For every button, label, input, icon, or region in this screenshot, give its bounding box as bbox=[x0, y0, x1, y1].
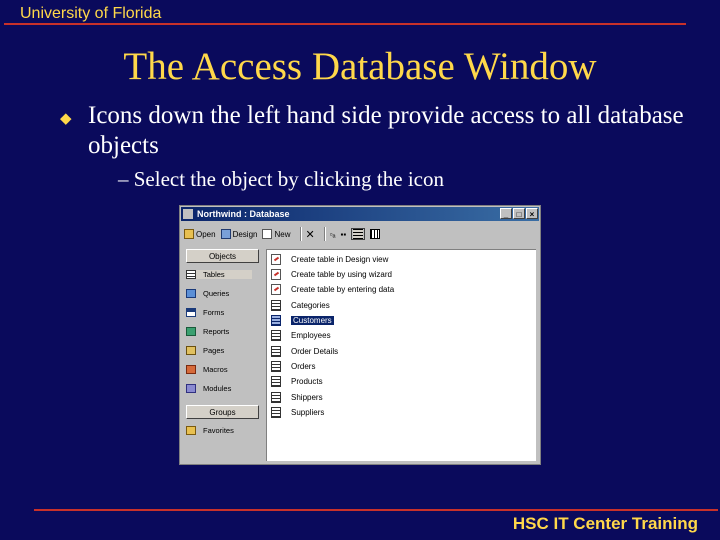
list-item-label: Create table in Design view bbox=[291, 255, 389, 264]
objects-label: Forms bbox=[203, 308, 225, 317]
database-icon bbox=[183, 209, 193, 219]
objects-item-queries[interactable]: Queries bbox=[186, 289, 229, 298]
window-titlebar[interactable]: Northwind : Database _ □ × bbox=[181, 207, 539, 221]
footer-rule bbox=[34, 509, 718, 511]
list-item[interactable]: Orders bbox=[271, 360, 315, 373]
open-label: Open bbox=[196, 229, 216, 239]
large-icons-button[interactable]: ▫ₐ bbox=[330, 230, 336, 239]
bullet-icon: ◆ bbox=[60, 109, 72, 127]
header-text: University of Florida bbox=[20, 5, 162, 22]
list-item-label: Suppliers bbox=[291, 408, 325, 417]
list-item-label: Customers bbox=[291, 316, 334, 325]
delete-button[interactable]: ✕ bbox=[306, 228, 315, 241]
objects-bar[interactable]: Objects bbox=[186, 249, 259, 263]
objects-label: Macros bbox=[203, 365, 228, 374]
query-icon bbox=[186, 289, 196, 298]
small-icons-icon: ▪▪ bbox=[340, 229, 347, 239]
open-button[interactable]: Open bbox=[184, 229, 216, 239]
objects-item-forms[interactable]: Forms bbox=[186, 308, 224, 317]
groups-label: Favorites bbox=[203, 426, 234, 435]
objects-label: Reports bbox=[203, 327, 230, 336]
wizard-icon bbox=[271, 254, 281, 265]
maximize-button[interactable]: □ bbox=[513, 208, 525, 219]
macro-icon bbox=[186, 365, 196, 374]
groups-bar[interactable]: Groups bbox=[186, 405, 259, 419]
table-icon bbox=[271, 300, 281, 311]
objects-label: Tables bbox=[203, 270, 225, 279]
database-window: Northwind : Database _ □ × Open Design N… bbox=[179, 205, 541, 465]
list-item-selected[interactable]: Customers bbox=[271, 314, 334, 327]
table-icon bbox=[271, 361, 281, 372]
list-item[interactable]: Products bbox=[271, 375, 323, 388]
list-item[interactable]: Suppliers bbox=[271, 406, 324, 419]
wizard-icon bbox=[271, 284, 281, 295]
wizard-icon bbox=[271, 269, 281, 280]
window-title: Northwind : Database bbox=[197, 209, 290, 219]
object-list: Create table in Design view Create table… bbox=[266, 249, 536, 461]
list-item-label: Products bbox=[291, 377, 323, 386]
table-icon bbox=[271, 330, 281, 341]
groups-item-favorites[interactable]: Favorites bbox=[186, 426, 234, 435]
design-button[interactable]: Design bbox=[220, 229, 258, 239]
table-icon bbox=[271, 376, 281, 387]
list-item[interactable]: Create table by using wizard bbox=[271, 268, 392, 281]
page-icon bbox=[186, 346, 196, 355]
close-button[interactable]: × bbox=[526, 208, 538, 219]
table-icon bbox=[271, 346, 281, 357]
list-item[interactable]: Create table in Design view bbox=[271, 253, 388, 266]
details-button[interactable] bbox=[370, 229, 382, 239]
list-item-label: Employees bbox=[291, 331, 331, 340]
table-icon bbox=[271, 392, 281, 403]
form-icon bbox=[186, 308, 196, 317]
list-item-label: Orders bbox=[291, 362, 316, 371]
window-controls: _ □ × bbox=[500, 208, 538, 219]
slide-title: The Access Database Window bbox=[123, 45, 597, 88]
design-icon bbox=[220, 229, 231, 239]
table-icon bbox=[271, 407, 281, 418]
large-icons-icon: ▫ₐ bbox=[329, 229, 336, 239]
objects-item-modules[interactable]: Modules bbox=[186, 384, 231, 393]
minimize-button[interactable]: _ bbox=[500, 208, 512, 219]
footer-text: HSC IT Center Training bbox=[512, 514, 698, 533]
list-item-label: Create table by using wizard bbox=[291, 270, 392, 279]
module-icon bbox=[186, 384, 196, 393]
objects-item-pages[interactable]: Pages bbox=[186, 346, 224, 355]
list-item[interactable]: Create table by entering data bbox=[271, 283, 394, 296]
list-item[interactable]: Order Details bbox=[271, 345, 338, 358]
design-label: Design bbox=[232, 229, 258, 239]
new-icon bbox=[262, 229, 273, 239]
objects-item-reports[interactable]: Reports bbox=[186, 327, 229, 336]
table-icon bbox=[186, 270, 196, 279]
list-item[interactable]: Categories bbox=[271, 299, 330, 312]
sub-bullet-text: – Select the object by clicking the icon bbox=[118, 167, 444, 191]
list-item-label: Categories bbox=[291, 301, 330, 310]
small-icons-button[interactable]: ▪▪ bbox=[341, 230, 347, 239]
delete-icon: ✕ bbox=[305, 228, 315, 241]
list-icon bbox=[353, 229, 364, 239]
report-icon bbox=[186, 327, 196, 336]
toolbar-separator bbox=[323, 227, 326, 241]
database-toolbar: Open Design New ✕ ▫ₐ ▪▪ bbox=[184, 225, 536, 243]
favorites-icon bbox=[186, 426, 196, 435]
objects-label: Modules bbox=[203, 384, 232, 393]
list-button[interactable] bbox=[351, 228, 366, 240]
toolbar-separator bbox=[299, 227, 302, 241]
objects-label: Pages bbox=[203, 346, 225, 355]
list-item-label: Order Details bbox=[291, 347, 339, 356]
objects-item-tables[interactable]: Tables bbox=[186, 270, 252, 279]
new-label: New bbox=[274, 229, 291, 239]
open-icon bbox=[184, 229, 194, 239]
new-button[interactable]: New bbox=[262, 229, 291, 239]
header-rule bbox=[4, 23, 686, 25]
objects-item-macros[interactable]: Macros bbox=[186, 365, 228, 374]
details-icon bbox=[370, 229, 381, 239]
bullet-text: Icons down the left hand side provide ac… bbox=[88, 102, 684, 159]
objects-label: Queries bbox=[203, 289, 230, 298]
list-item[interactable]: Shippers bbox=[271, 391, 323, 404]
list-item-label: Create table by entering data bbox=[291, 285, 395, 294]
table-icon bbox=[271, 315, 281, 326]
list-item-label: Shippers bbox=[291, 393, 323, 402]
list-item[interactable]: Employees bbox=[271, 329, 331, 342]
